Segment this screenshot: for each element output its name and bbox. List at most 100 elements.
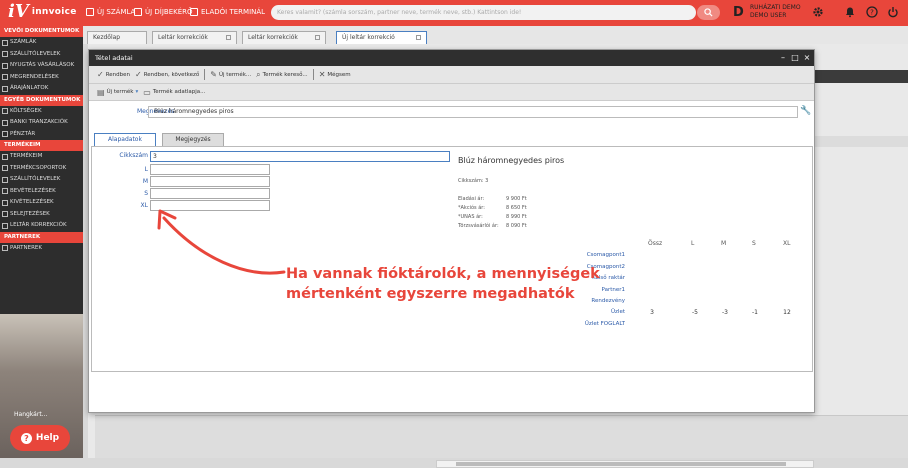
product-info-title: Blúz háromnegyedes piros xyxy=(458,156,565,165)
sidebar-item-kivetelezesek[interactable]: KIVÉTELEZÉSEK xyxy=(0,197,83,209)
size-m-input[interactable] xyxy=(150,176,270,187)
product-search-button[interactable]: ⌕ Termék kereső... xyxy=(256,70,308,80)
sidebar-item-leltar[interactable]: LELTÁR KORREKCIÓK xyxy=(0,220,83,232)
tab-alapadatok[interactable]: Alapadatok xyxy=(94,133,156,147)
maximize-icon[interactable]: □ xyxy=(790,50,800,66)
sidebar-item-penztar[interactable]: PÉNZTÁR xyxy=(0,129,83,141)
stock-row-label: Üzlet xyxy=(611,309,625,315)
help-button[interactable]: ? Help xyxy=(10,425,70,451)
sidebar-section: EGYÉB DOKUMENTUMOK xyxy=(0,94,83,106)
price-value: 8 090 Ft xyxy=(506,223,527,229)
stock-row-label: Csomagpont1 xyxy=(586,252,625,258)
callout-arrow xyxy=(157,209,286,275)
sidebar-item-szallitolevelek-2[interactable]: SZÁLLÍTÓLEVELEK xyxy=(0,174,83,186)
sidebar-item-partnerek[interactable]: PARTNEREK xyxy=(0,243,83,255)
scrollbar-thumb[interactable] xyxy=(456,462,786,466)
sidebar-item-bevetelezesek[interactable]: BEVÉTELEZÉSEK xyxy=(0,186,83,198)
wrench-icon[interactable]: 🔧 xyxy=(800,106,811,116)
app-logo[interactable]: iV innvoice xyxy=(8,3,77,21)
size-l-input[interactable] xyxy=(150,164,270,175)
gear-icon xyxy=(813,7,823,17)
check-icon: ✓ xyxy=(97,70,104,79)
price-value: 9 900 Ft xyxy=(506,196,527,202)
search-button[interactable] xyxy=(697,5,720,20)
product-sheet-button[interactable]: ▭ Termék adatlapja... xyxy=(143,88,205,97)
sales-terminal-link[interactable]: ELADÓI TERMINÁL xyxy=(190,8,265,16)
close-icon[interactable] xyxy=(226,35,231,40)
tab-uj-leltar-korrekcio[interactable]: Új leltár korrekció xyxy=(336,31,427,44)
sidebar-item-arajanlatok[interactable]: ÁRAJÁNLATOK xyxy=(0,83,83,95)
document-icon xyxy=(2,74,8,81)
new-invoice-link[interactable]: ÚJ SZÁMLA xyxy=(86,8,135,16)
cikkszam-input[interactable]: 3 xyxy=(150,151,450,162)
ok-next-button[interactable]: ✓ Rendben, következő xyxy=(135,70,199,79)
sidebar-item-termekeim[interactable]: TERMÉKEIM xyxy=(0,151,83,163)
size-m-label: M xyxy=(142,178,148,185)
name-row: Megnevezés Blúz háromnegyedes piros 🔧 xyxy=(89,106,816,120)
sidebar: VEVŐI DOKUMENTUMOK SZÁMLÁK SZÁLLÍTÓLEVEL… xyxy=(0,26,83,458)
tab-bar: Kezdőlap Leltár korrekciók Leltár korrek… xyxy=(83,26,908,44)
logo-mark: iV xyxy=(8,1,29,22)
help-button-top[interactable]: ? xyxy=(865,5,879,19)
document-icon xyxy=(2,62,8,69)
trash-icon xyxy=(2,211,8,218)
cancel-icon: ✕ xyxy=(318,70,326,79)
check-icon: ✓ xyxy=(135,70,142,79)
sidebar-section: VEVŐI DOKUMENTUMOK xyxy=(0,26,83,37)
new-product-button[interactable]: ✎ Új termék... xyxy=(210,70,251,79)
background-header xyxy=(815,136,908,147)
close-icon[interactable] xyxy=(315,35,320,40)
size-l-label: L xyxy=(144,166,148,173)
close-icon[interactable] xyxy=(416,35,421,40)
tab-leltar-korrekciok-1[interactable]: Leltár korrekciók xyxy=(152,31,237,44)
dialog-toolbar: ✓ Rendben ✓ Rendben, következő ✎ Új termék.… xyxy=(89,66,814,84)
stock-header: Össz xyxy=(648,240,663,247)
top-bar: iV innvoice ÚJ SZÁMLA ÚJ DÍJBEKÉRŐ ELADÓ… xyxy=(0,0,908,26)
sidebar-item-szallitolevelek[interactable]: SZÁLLÍTÓLEVELEK xyxy=(0,49,83,61)
sidebar-item-szamlak[interactable]: SZÁMLÁK xyxy=(0,37,83,49)
user-menu[interactable]: RUHÁZATI DEMO DEMO USER xyxy=(750,4,801,20)
global-search-input[interactable]: Keres valamit? (számla sorszám, partner … xyxy=(271,5,696,20)
user-avatar[interactable]: D xyxy=(733,5,744,20)
ok-button[interactable]: ✓ Rendben xyxy=(97,70,130,79)
settings-button[interactable] xyxy=(811,5,825,19)
sidebar-item-termekcsoportok[interactable]: TERMÉKCSOPORTOK xyxy=(0,163,83,175)
tab-leltar-korrekciok-2[interactable]: Leltár korrekciók xyxy=(242,31,326,44)
search-icon: ⌕ xyxy=(256,69,261,79)
cancel-button[interactable]: ✕ Mégsem xyxy=(319,70,351,79)
price-label: Törzsvásárlói ár: xyxy=(458,223,499,229)
new-proforma-link[interactable]: ÚJ DÍJBEKÉRŐ xyxy=(134,8,193,16)
background-toolbar xyxy=(815,70,908,83)
horizontal-scrollbar[interactable] xyxy=(436,460,814,468)
cikkszam-label: Cikkszám xyxy=(119,152,148,159)
sidebar-section: TERMÉKEIM xyxy=(0,140,83,151)
minimize-icon[interactable]: – xyxy=(778,50,788,66)
price-value: 8 650 Ft xyxy=(506,205,527,211)
stock-value: -1 xyxy=(752,309,758,316)
sidebar-item-banki[interactable]: BANKI TRANZAKCIÓK xyxy=(0,117,83,129)
logout-button[interactable] xyxy=(886,5,900,19)
name-input[interactable]: Blúz háromnegyedes piros xyxy=(148,106,798,118)
hangkartya-label[interactable]: Hangkárt... xyxy=(14,411,47,418)
notifications-button[interactable] xyxy=(843,5,857,19)
product-icon: ▤ xyxy=(97,87,105,97)
price-value: 8 990 Ft xyxy=(506,214,527,220)
edit-icon xyxy=(86,8,94,16)
close-icon[interactable]: × xyxy=(802,50,812,66)
document-icon xyxy=(2,39,8,46)
tab-megjegyzes[interactable]: Megjegyzés xyxy=(162,133,224,147)
sidebar-item-koltsegek[interactable]: KÖLTSÉGEK xyxy=(0,106,83,118)
edit-icon: ✎ xyxy=(210,70,217,79)
sidebar-item-megrendelesek[interactable]: MEGRENDELÉSEK xyxy=(0,72,83,84)
sidebar-item-selejtezesek[interactable]: SELEJTEZÉSEK xyxy=(0,209,83,221)
edit-icon xyxy=(190,8,198,16)
stock-value: 3 xyxy=(650,309,654,316)
stock-header: L xyxy=(691,240,695,247)
toolbar-separator xyxy=(312,69,314,80)
new-product-dropdown[interactable]: ▤ Új termék ▾ xyxy=(97,88,138,97)
sidebar-item-nyugtas[interactable]: NYUGTÁS VÁSÁRLÁSOK xyxy=(0,60,83,72)
size-s-input[interactable] xyxy=(150,188,270,199)
tab-kezdolap[interactable]: Kezdőlap xyxy=(87,31,147,44)
stock-row-label: Üzlet FOGLALT xyxy=(584,321,625,327)
product-info-cikkszam: Cikkszám: 3 xyxy=(458,178,489,184)
